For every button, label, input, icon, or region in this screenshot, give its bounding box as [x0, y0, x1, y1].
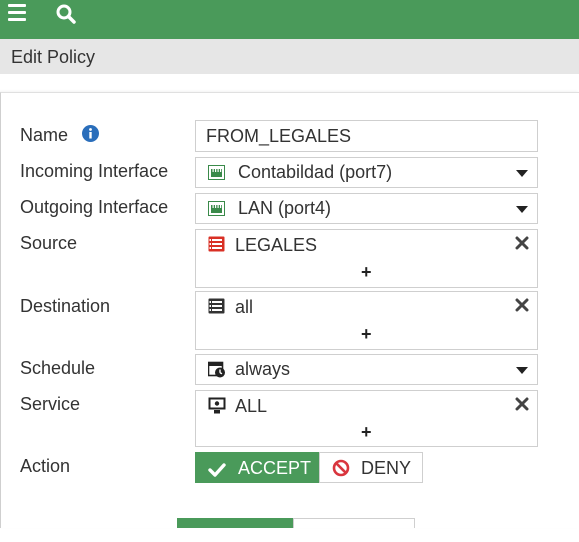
- schedule-select[interactable]: always: [195, 354, 538, 385]
- network-port-icon: [208, 201, 225, 221]
- service-icon: [208, 397, 226, 419]
- name-label: Name: [20, 125, 69, 145]
- name-input-value: FROM_LEGALES: [206, 126, 352, 146]
- deny-label: DENY: [361, 458, 412, 478]
- chevron-down-icon: [516, 206, 528, 213]
- destination-label: Destination: [20, 296, 111, 316]
- outgoing-interface-label: Outgoing Interface: [20, 197, 169, 217]
- outgoing-interface-value: LAN (port4): [238, 198, 332, 218]
- accept-label: ACCEPT: [238, 458, 312, 478]
- deny-button[interactable]: DENY: [319, 452, 423, 483]
- top-navigation-bar: [0, 0, 579, 39]
- hamburger-menu-icon[interactable]: [8, 4, 26, 22]
- calendar-clock-icon: [207, 361, 226, 383]
- incoming-interface-select[interactable]: Contabildad (port7): [195, 157, 538, 188]
- incoming-interface-value: Contabildad (port7): [238, 162, 393, 182]
- remove-icon[interactable]: [515, 236, 529, 250]
- title-bar: Edit Policy: [0, 39, 579, 74]
- add-source-button[interactable]: +: [361, 262, 372, 283]
- add-destination-button[interactable]: +: [361, 324, 372, 345]
- ok-button[interactable]: [177, 518, 293, 528]
- network-port-icon: [208, 165, 225, 185]
- destination-field[interactable]: all +: [195, 291, 538, 350]
- schedule-label: Schedule: [20, 358, 96, 378]
- remove-icon[interactable]: [515, 397, 529, 411]
- name-input[interactable]: FROM_LEGALES: [195, 120, 538, 152]
- service-label: Service: [20, 394, 81, 414]
- page-title: Edit Policy: [11, 47, 96, 67]
- outgoing-interface-select[interactable]: LAN (port4): [195, 193, 538, 224]
- prohibited-icon: [332, 459, 350, 482]
- address-group-icon: [208, 236, 225, 257]
- service-value: ALL: [235, 396, 268, 416]
- source-field[interactable]: LEGALES +: [195, 229, 538, 288]
- destination-value: all: [235, 297, 254, 317]
- source-value: LEGALES: [235, 235, 318, 255]
- source-label: Source: [20, 233, 78, 253]
- schedule-value: always: [235, 359, 291, 379]
- accept-button[interactable]: ACCEPT: [195, 452, 319, 483]
- info-icon[interactable]: [82, 125, 99, 142]
- remove-icon[interactable]: [515, 298, 529, 312]
- chevron-down-icon: [516, 367, 528, 374]
- service-field[interactable]: ALL +: [195, 390, 538, 447]
- cancel-button[interactable]: [293, 518, 415, 528]
- incoming-interface-label: Incoming Interface: [20, 161, 169, 181]
- address-icon: [208, 298, 225, 319]
- search-icon[interactable]: [56, 4, 76, 24]
- add-service-button[interactable]: +: [361, 422, 372, 443]
- checkmark-icon: [208, 461, 226, 482]
- action-label: Action: [20, 456, 71, 476]
- chevron-down-icon: [516, 170, 528, 177]
